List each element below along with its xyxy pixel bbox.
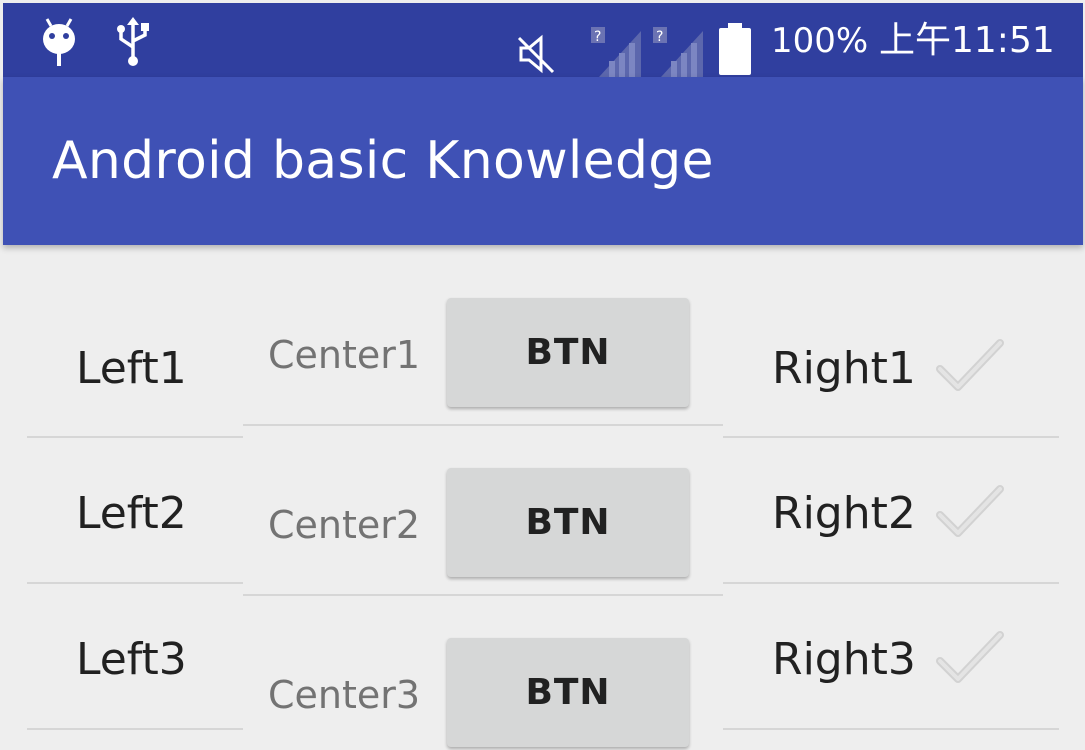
right-divider xyxy=(723,582,1059,584)
usb-icon xyxy=(117,17,149,66)
checkbox-check-icon[interactable] xyxy=(936,337,1004,395)
center-divider xyxy=(243,424,723,426)
right-label: Right3 xyxy=(772,634,916,685)
right-label: Right1 xyxy=(772,343,916,394)
battery-percent: 100% xyxy=(771,21,869,61)
right-label: Right2 xyxy=(772,488,916,539)
left-label: Left2 xyxy=(76,488,187,539)
center-label: Center2 xyxy=(268,503,421,547)
left-divider xyxy=(27,582,243,584)
left-label: Left1 xyxy=(76,343,187,394)
content-grid: Left1 Center1 BTN Right1 Left2 Center2 B… xyxy=(0,245,1085,750)
left-divider xyxy=(27,728,243,730)
right-divider xyxy=(723,728,1059,730)
left-divider xyxy=(27,436,243,438)
app-bar: Android basic Knowledge xyxy=(3,77,1083,245)
svg-text:?: ? xyxy=(594,29,601,45)
right-divider xyxy=(723,436,1059,438)
clock: 上午11:51 xyxy=(879,20,1055,61)
app-title: Android basic Knowledge xyxy=(52,131,714,191)
center-label: Center3 xyxy=(268,673,421,717)
btn-button[interactable]: BTN xyxy=(447,638,689,747)
center-label: Center1 xyxy=(268,333,421,377)
svg-text:?: ? xyxy=(656,29,663,45)
battery-icon xyxy=(719,23,751,75)
center-divider xyxy=(243,594,723,596)
checkbox-check-icon[interactable] xyxy=(936,483,1004,541)
android-debug-icon xyxy=(43,18,75,66)
left-label: Left3 xyxy=(76,634,187,685)
checkbox-check-icon[interactable] xyxy=(936,629,1004,687)
btn-button[interactable]: BTN xyxy=(447,298,689,407)
btn-button[interactable]: BTN xyxy=(447,468,689,577)
status-bar: ? ? 100% 上午11:51 xyxy=(3,3,1083,77)
